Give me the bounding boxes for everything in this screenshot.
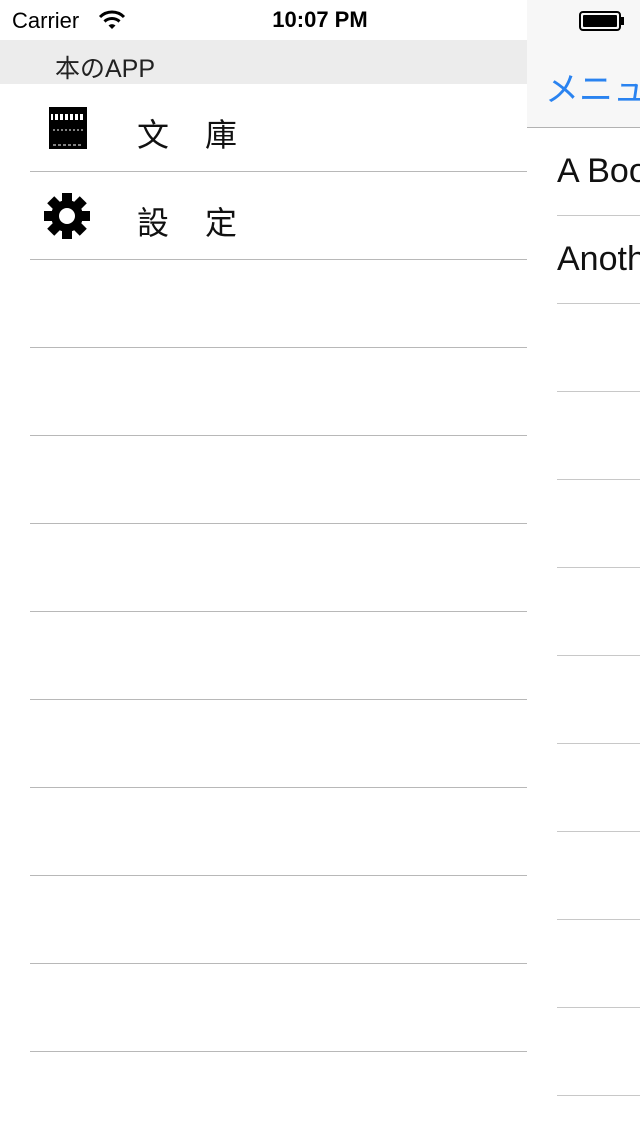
menu-empty-row xyxy=(30,876,527,964)
app-screen: メニュー A Book Another 本のAPP xyxy=(0,0,640,1136)
list-item[interactable]: A Book xyxy=(557,128,640,216)
menu-item-settings[interactable]: 設定 xyxy=(30,172,527,260)
list-empty-row xyxy=(557,920,640,1008)
content-list: A Book Another xyxy=(527,128,640,1096)
menu-back-button[interactable]: メニュー xyxy=(545,62,640,111)
side-menu: 本のAPP 文庫 設定 xyxy=(0,0,527,1136)
list-item[interactable]: Another xyxy=(557,216,640,304)
list-empty-row xyxy=(557,568,640,656)
status-time: 10:07 PM xyxy=(272,7,368,32)
carrier-label: Carrier xyxy=(12,8,80,33)
list-item-label: A Book xyxy=(557,152,640,190)
menu-item-label: 設定 xyxy=(137,204,274,242)
menu-list: 文庫 設定 xyxy=(0,84,527,1052)
menu-empty-row xyxy=(30,700,527,788)
menu-empty-row xyxy=(30,524,527,612)
gear-icon xyxy=(44,193,90,239)
list-item-label: Another xyxy=(557,240,640,278)
list-empty-row xyxy=(557,304,640,392)
list-empty-row xyxy=(557,832,640,920)
menu-item-library[interactable]: 文庫 xyxy=(30,84,527,172)
menu-empty-row xyxy=(30,348,527,436)
list-empty-row xyxy=(557,656,640,744)
menu-empty-row xyxy=(30,964,527,1052)
list-empty-row xyxy=(557,1008,640,1096)
menu-header: 本のAPP xyxy=(0,40,527,84)
list-empty-row xyxy=(557,392,640,480)
menu-empty-row xyxy=(30,612,527,700)
menu-empty-row xyxy=(30,436,527,524)
status-bar: Carrier 10:07 PM xyxy=(0,0,640,40)
list-empty-row xyxy=(557,744,640,832)
content-panel[interactable]: メニュー A Book Another xyxy=(527,0,640,1136)
menu-title: 本のAPP xyxy=(55,55,156,83)
bookshelf-icon xyxy=(49,107,87,149)
wifi-icon xyxy=(98,10,126,29)
menu-item-label: 文庫 xyxy=(137,116,274,154)
menu-empty-row xyxy=(30,260,527,348)
list-empty-row xyxy=(557,480,640,568)
menu-empty-row xyxy=(30,788,527,876)
